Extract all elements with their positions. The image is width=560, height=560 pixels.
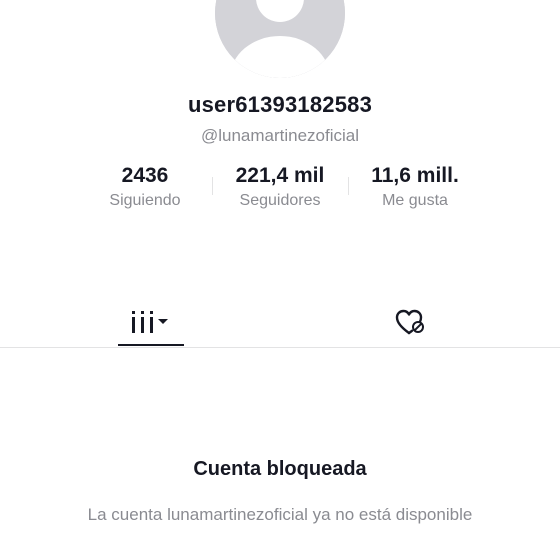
content-tabs: [0, 296, 560, 348]
grid-dropdown-icon: [132, 310, 168, 333]
tab-liked[interactable]: [380, 296, 440, 347]
likes-count: 11,6 mill.: [371, 164, 459, 187]
stat-divider: [348, 177, 349, 195]
followers-label: Seguidores: [239, 192, 321, 209]
default-avatar-icon: [215, 0, 345, 78]
heart-lock-icon: [395, 309, 424, 334]
stat-following[interactable]: 2436 Siguiendo: [95, 163, 195, 213]
followers-count: 221,4 mil: [235, 164, 325, 187]
following-count: 2436: [121, 164, 169, 187]
following-label: Siguiendo: [109, 192, 181, 209]
profile-handle: @lunamartinezoficial: [200, 126, 360, 145]
profile-stats: 2436 Siguiendo 221,4 mil Seguidores 11,6…: [0, 163, 560, 213]
active-tab-indicator: [118, 344, 184, 346]
profile-username: user61393182583: [187, 92, 373, 117]
avatar[interactable]: [215, 0, 345, 78]
likes-label: Me gusta: [382, 192, 448, 209]
profile-page: user61393182583 @lunamartinezoficial 243…: [0, 0, 560, 560]
stat-divider: [212, 177, 213, 195]
stat-likes[interactable]: 11,6 mill. Me gusta: [360, 163, 470, 213]
tab-videos[interactable]: [118, 296, 184, 347]
blocked-title: Cuenta bloqueada: [193, 458, 367, 480]
stat-followers[interactable]: 221,4 mil Seguidores: [220, 163, 340, 213]
blocked-description: La cuenta lunamartinezoficial ya no está…: [87, 505, 473, 524]
